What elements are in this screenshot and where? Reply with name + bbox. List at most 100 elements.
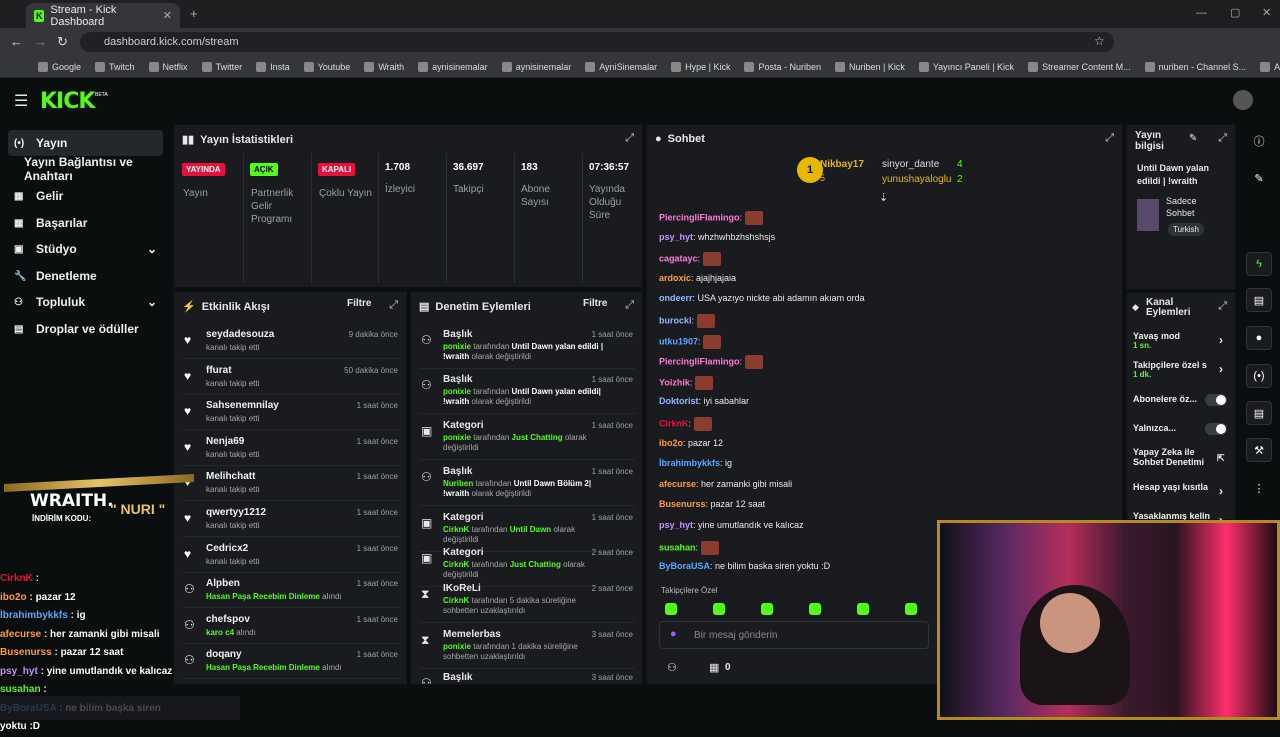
emote-picker-icon[interactable] <box>713 603 725 615</box>
edit-icon[interactable]: ✎ <box>1189 133 1197 144</box>
mic-icon[interactable]: ● <box>670 628 677 640</box>
window-close-icon[interactable]: ✕ <box>1262 6 1271 19</box>
new-tab-icon[interactable]: + <box>190 6 198 21</box>
wrench-icon[interactable]: ⚒ <box>1246 438 1272 462</box>
pencil-icon[interactable]: ✎ <box>1246 166 1272 190</box>
bookmark-item[interactable]: Twitch <box>95 61 135 72</box>
sidebar-item[interactable]: 🔧 Denetleme <box>8 263 163 289</box>
maximize-icon[interactable]: ▢ <box>1230 6 1240 19</box>
activity-username[interactable]: Nenja69 <box>206 436 244 447</box>
chat-username[interactable]: ondeerr <box>659 293 693 303</box>
sidebar-item[interactable]: Yayın Bağlantısı ve Anahtarı <box>8 155 163 183</box>
moderator-name[interactable]: ponixie <box>443 387 471 396</box>
expand-icon[interactable]: ⤢ <box>625 132 634 145</box>
bookmark-item[interactable]: Nuriben | Kick <box>834 61 905 72</box>
emote-picker-icon[interactable] <box>905 603 917 615</box>
channel-action[interactable]: Yapay Zeka ile Sohbet Denetimi ⇱ <box>1133 447 1227 467</box>
chat-input[interactable]: ● Bir mesaj gönderin <box>659 621 929 649</box>
activity-username[interactable]: seydadesouza <box>206 329 274 340</box>
activity-item[interactable]: ♥ Nenja69 1 saat önce kanalı takip etti <box>182 432 400 466</box>
activity-username[interactable]: Sahsenemnilay <box>206 400 279 411</box>
bolt-icon[interactable]: ϟ <box>1246 252 1272 276</box>
channel-action[interactable]: Takipçilere özel s1 dk. › <box>1133 360 1227 379</box>
chat-username[interactable]: afecurse <box>659 479 696 489</box>
broadcast-icon[interactable]: (•) <box>1246 364 1272 388</box>
layout-icon[interactable]: ▤ <box>1246 401 1272 425</box>
chat-username[interactable]: PiercingliFlamingo <box>659 357 740 367</box>
channel-action[interactable]: Yalnızca... <box>1133 423 1227 435</box>
chat-username[interactable]: Busenurss <box>659 499 706 509</box>
bookmark-item[interactable]: Hype | Kick <box>671 61 730 72</box>
bookmark-item[interactable]: Youtube <box>303 61 350 72</box>
expand-icon[interactable]: ⤢ <box>1218 132 1227 145</box>
activity-item[interactable]: ♥ Sahsenemnilay 1 saat önce kanalı takip et… <box>182 396 400 431</box>
bookmark-item[interactable]: AyniSinemalar <box>585 61 657 72</box>
sidebar-item[interactable]: ▦ Başarılar <box>8 210 163 236</box>
address-bar[interactable]: dashboard.kick.com/stream <box>80 32 1114 52</box>
filter-button[interactable]: Filtre <box>347 298 371 309</box>
activity-username[interactable]: chefspov <box>206 614 250 625</box>
chevron-right-icon[interactable]: › <box>1219 362 1223 376</box>
bookmark-item[interactable]: Yayıncı Paneli | Kick <box>918 61 1014 72</box>
bookmark-item[interactable]: Wraith <box>364 61 404 72</box>
chat-username[interactable]: susahan <box>659 542 696 552</box>
moderator-name[interactable]: CirknK <box>443 560 469 569</box>
chat-username[interactable]: psy_hyt <box>659 232 693 242</box>
toggle-switch[interactable] <box>1205 423 1227 435</box>
gifter-name[interactable]: yunushayaloglu <box>882 174 952 185</box>
moderation-item[interactable]: ⧗ IKoReLi 2 saat önce CirknK tarafından 5 d… <box>419 579 635 623</box>
chat-username[interactable]: ByBoraUSA <box>659 561 710 571</box>
avatar[interactable] <box>1233 90 1253 110</box>
chat-username[interactable]: İbrahimbykkfs <box>659 458 720 468</box>
activity-item[interactable]: ⚇ chefspov 1 saat önce karo c4 alındı <box>182 610 400 644</box>
channel-action[interactable]: Abonelere öz... <box>1133 394 1227 406</box>
filter-button[interactable]: Filtre <box>583 298 607 309</box>
activity-username[interactable]: Melihchatt <box>206 471 255 482</box>
sidebar-item[interactable]: ▣ Stüdyo ⌄ <box>8 236 163 262</box>
emote-picker-icon[interactable] <box>761 603 773 615</box>
more-icon[interactable]: ⋮ <box>1246 476 1272 500</box>
activity-item[interactable]: ♥ Cedricx2 1 saat önce kanalı takip etti <box>182 539 400 573</box>
chat-username[interactable]: psy_hyt <box>659 520 693 530</box>
activity-item[interactable]: ♥ Melihchatt 1 saat önce kanalı takip etti <box>182 467 400 502</box>
menu-icon[interactable]: ☰ <box>14 91 28 111</box>
moderation-item[interactable]: ⚇ Başlık 1 saat önce Nuriben tarafından Unt… <box>419 462 635 506</box>
gifter-name[interactable]: sinyor_dante <box>882 159 939 170</box>
activity-username[interactable]: qwertyy1212 <box>206 507 266 518</box>
expand-icon[interactable]: ⤢ <box>389 299 398 312</box>
expand-icon[interactable]: ⤢ <box>625 299 634 312</box>
activity-item[interactable]: ⚇ Alpben 1 saat önce Hasan Paşa Recebim Din… <box>182 574 400 609</box>
activity-item[interactable]: ♥ ffurat 50 dakika önce kanalı takip etti <box>182 361 400 395</box>
bookmark-item[interactable]: Google <box>38 61 81 72</box>
group-icon[interactable]: ⚇ <box>667 661 677 674</box>
activity-username[interactable]: doqany <box>206 649 242 660</box>
info-icon[interactable]: ⓘ <box>1246 129 1272 153</box>
bookmark-item[interactable]: aynisinemalar <box>501 61 571 72</box>
collapse-icon[interactable]: ⇣ <box>879 191 888 204</box>
browser-tab[interactable]: K Stream - Kick Dashboard ✕ <box>26 3 180 28</box>
close-icon[interactable]: ✕ <box>163 9 172 22</box>
bookmark-item[interactable]: Posta - Nuriben <box>744 61 821 72</box>
moderator-name[interactable]: CirknK <box>443 596 469 605</box>
activity-username[interactable]: ffurat <box>206 365 232 376</box>
star-icon[interactable]: ☆ <box>1094 34 1105 48</box>
channel-action[interactable]: Hesap yaşı kısıtla › <box>1133 482 1227 498</box>
expand-icon[interactable]: ⤢ <box>1218 300 1227 313</box>
emote-picker-icon[interactable] <box>857 603 869 615</box>
reload-icon[interactable]: ↻ <box>57 34 68 50</box>
expand-icon[interactable]: ⤢ <box>1105 132 1114 145</box>
moderation-item[interactable]: ⚇ Başlık 1 saat önce ponixie tarafından Unt… <box>419 370 635 414</box>
moderator-name[interactable]: CirknK <box>443 525 469 534</box>
chat-username[interactable]: cagatayc <box>659 254 698 264</box>
chevron-down-icon[interactable]: ⌄ <box>147 242 157 256</box>
chat-username[interactable]: PiercingliFlamingo <box>659 212 740 222</box>
chat-username[interactable]: ardoxic <box>659 273 691 283</box>
chevron-down-icon[interactable]: ⌄ <box>147 295 157 309</box>
minimize-icon[interactable]: — <box>1196 7 1207 19</box>
chat-username[interactable]: utku1907 <box>659 336 698 346</box>
activity-item[interactable]: ⚇ doqany 1 saat önce Hasan Paşa Recebim Din… <box>182 645 400 680</box>
kick-logo[interactable]: KICK <box>40 89 95 114</box>
sidebar-item[interactable]: ⚇ Topluluk ⌄ <box>8 289 163 315</box>
emote-picker-icon[interactable] <box>665 603 677 615</box>
chevron-right-icon[interactable]: › <box>1219 484 1223 498</box>
